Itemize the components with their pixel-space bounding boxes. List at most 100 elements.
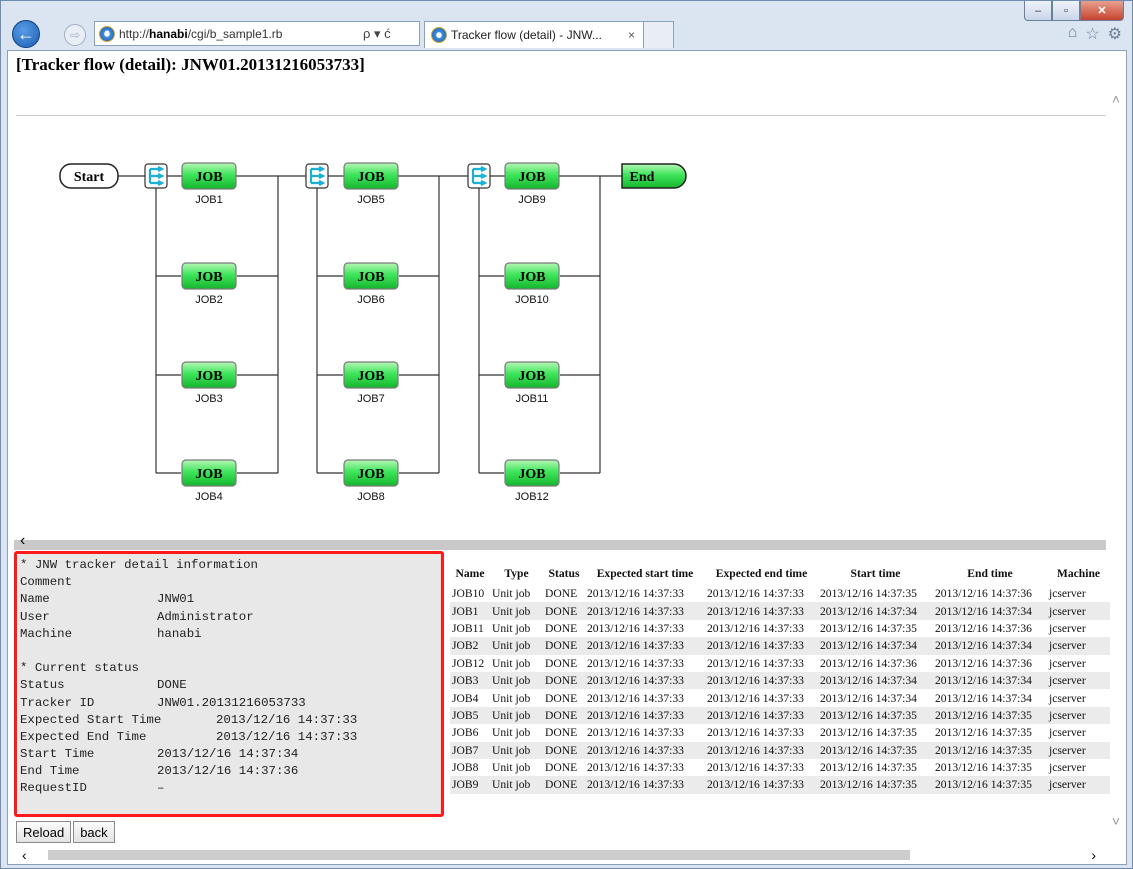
scroll-up-arrow-icon[interactable]: ˄ bbox=[1112, 91, 1120, 107]
table-cell: 2013/12/16 14:37:34 bbox=[818, 671, 933, 690]
table-cell: jcserver bbox=[1049, 691, 1086, 705]
job-badge-label: JOB bbox=[357, 369, 384, 384]
page-scroll-right-icon[interactable]: › bbox=[1091, 847, 1096, 863]
table-cell: Unit job bbox=[490, 602, 543, 620]
info-row: * Current status bbox=[20, 660, 441, 677]
table-cell: jcserver bbox=[1047, 776, 1110, 794]
info-row: RequestID – bbox=[20, 780, 441, 797]
table-cell: 2013/12/16 14:37:33 bbox=[587, 726, 684, 740]
table-cell: 2013/12/16 14:37:33 bbox=[587, 761, 684, 775]
browser-window: – ▫ ✕ ← ⇨ e http://hanabi/cgi/b_sample1.… bbox=[0, 0, 1133, 869]
table-cell: 2013/12/16 14:37:34 bbox=[818, 637, 933, 655]
column-header: Name bbox=[455, 566, 485, 580]
table-cell: DONE bbox=[545, 587, 578, 601]
back-button[interactable]: back bbox=[73, 821, 115, 843]
tracker-flow-diagram: Start End JOB JOB1 JOB JOB2 JOB JOB3 JOB JOB4 JOB J… bbox=[59, 162, 687, 503]
page-scroll-thumb[interactable] bbox=[48, 850, 910, 860]
new-tab-button[interactable] bbox=[644, 21, 674, 48]
table-cell: 2013/12/16 14:37:33 bbox=[707, 656, 804, 670]
table-cell: 2013/12/16 14:37:33 bbox=[707, 587, 804, 601]
page-content: [Tracker flow (detail): JNW01.2013121605… bbox=[7, 50, 1127, 865]
info-key: Comment bbox=[20, 575, 73, 590]
table-row: JOB7 Unit job DONE 2013/12/16 14:37:33 2013/… bbox=[450, 741, 1110, 759]
info-row: End Time 2013/12/16 14:37:36 bbox=[20, 763, 441, 780]
table-cell: Unit job bbox=[490, 776, 543, 794]
flow-horizontal-scrollbar[interactable]: ‹ bbox=[14, 532, 1106, 550]
table-cell: JOB7 bbox=[450, 741, 490, 759]
page-horizontal-scrollbar[interactable]: ‹ › bbox=[14, 847, 1106, 863]
table-cell: DONE bbox=[543, 741, 585, 759]
table-cell: Unit job bbox=[492, 656, 531, 670]
column-header: Start time bbox=[850, 566, 901, 580]
info-value: 2013/12/16 14:37:34 bbox=[157, 747, 299, 762]
info-key: Expected Start Time bbox=[20, 712, 162, 727]
forward-arrow-icon[interactable]: ⇨ bbox=[64, 24, 86, 46]
info-value: JNW01 bbox=[157, 592, 195, 607]
table-cell: Unit job bbox=[490, 637, 543, 655]
tab-close-icon[interactable]: × bbox=[628, 28, 635, 42]
back-arrow-icon[interactable]: ← bbox=[12, 20, 40, 48]
table-cell: 2013/12/16 14:37:33 bbox=[585, 671, 705, 690]
info-key: * Current status bbox=[20, 661, 139, 676]
flow-scroll-track[interactable] bbox=[14, 540, 1106, 550]
table-cell: Unit job bbox=[490, 671, 543, 690]
table-cell: 2013/12/16 14:37:35 bbox=[820, 587, 917, 601]
table-cell: 2013/12/16 14:37:34 bbox=[820, 691, 917, 705]
table-cell: Unit job bbox=[490, 741, 543, 759]
job-name-label: JOB1 bbox=[195, 194, 223, 206]
table-cell: 2013/12/16 14:37:35 bbox=[935, 726, 1032, 740]
reload-button[interactable]: Reload bbox=[16, 821, 72, 843]
home-icon[interactable]: ⌂ bbox=[1068, 24, 1078, 44]
info-key: Start Time bbox=[20, 747, 95, 762]
table-cell: 2013/12/16 14:37:33 bbox=[707, 691, 804, 705]
job-name-label: JOB3 bbox=[195, 393, 223, 405]
table-cell: DONE bbox=[543, 776, 585, 794]
table-cell: DONE bbox=[545, 621, 578, 635]
table-cell: jcserver bbox=[1047, 741, 1110, 759]
info-key: User bbox=[20, 609, 50, 624]
table-cell: 2013/12/16 14:37:33 bbox=[705, 602, 818, 620]
table-cell: 2013/12/16 14:37:35 bbox=[820, 726, 917, 740]
column-header: Status bbox=[548, 566, 580, 580]
info-value: JNW01.20131216053733 bbox=[157, 695, 306, 710]
table-cell: 2013/12/16 14:37:35 bbox=[933, 706, 1047, 725]
info-value: DONE bbox=[157, 678, 187, 693]
table-cell: jcserver bbox=[1049, 587, 1086, 601]
table-cell: DONE bbox=[543, 706, 585, 725]
address-bar[interactable]: e http://hanabi/cgi/b_sample1.rb ρ ▾ ć bbox=[94, 21, 420, 46]
job-badge-label: JOB bbox=[195, 369, 222, 384]
table-cell: 2013/12/16 14:37:33 bbox=[707, 726, 804, 740]
table-cell: jcserver bbox=[1049, 656, 1086, 670]
table-cell: 2013/12/16 14:37:33 bbox=[707, 761, 804, 775]
table-cell: JOB11 bbox=[452, 621, 484, 635]
page-scroll-left-icon[interactable]: ‹ bbox=[22, 847, 27, 863]
info-key: RequestID bbox=[20, 781, 87, 796]
tools-gear-icon[interactable]: ⚙ bbox=[1108, 24, 1122, 44]
job-badge-label: JOB bbox=[195, 170, 222, 185]
job-name-label: JOB2 bbox=[195, 294, 223, 306]
column-header: Type bbox=[504, 566, 529, 580]
tab-title: Tracker flow (detail) - JNW... bbox=[451, 28, 602, 42]
table-cell: JOB8 bbox=[452, 761, 479, 775]
table-row: JOB2 Unit job DONE 2013/12/16 14:37:33 2013/… bbox=[450, 637, 1110, 655]
table-row: JOB1 Unit job DONE 2013/12/16 14:37:33 2013/… bbox=[450, 602, 1110, 620]
table-cell: 2013/12/16 14:37:35 bbox=[820, 621, 917, 635]
favorites-star-icon[interactable]: ☆ bbox=[1085, 24, 1099, 44]
action-buttons: Reload back bbox=[16, 821, 115, 843]
table-cell: 2013/12/16 14:37:36 bbox=[935, 621, 1032, 635]
flow-scroll-left-icon[interactable]: ‹ bbox=[20, 532, 25, 550]
job-name-label: JOB9 bbox=[518, 194, 546, 206]
search-refresh-icons[interactable]: ρ ▾ ć bbox=[363, 26, 419, 42]
table-cell: 2013/12/16 14:37:36 bbox=[935, 587, 1032, 601]
table-row: JOB4 Unit job DONE 2013/12/16 14:37:33 2013/… bbox=[450, 689, 1110, 706]
scroll-down-arrow-icon[interactable]: ˅ bbox=[1112, 813, 1120, 829]
table-row: JOB6 Unit job DONE 2013/12/16 14:37:33 2013/… bbox=[450, 724, 1110, 741]
table-cell: 2013/12/16 14:37:35 bbox=[820, 761, 917, 775]
table-cell: jcserver bbox=[1047, 706, 1110, 725]
table-cell: 2013/12/16 14:37:33 bbox=[585, 602, 705, 620]
browser-tab-active[interactable]: e Tracker flow (detail) - JNW... × bbox=[424, 21, 644, 48]
table-cell: DONE bbox=[543, 671, 585, 690]
address-url[interactable]: http://hanabi/cgi/b_sample1.rb bbox=[119, 27, 363, 41]
table-cell: DONE bbox=[543, 602, 585, 620]
table-cell: jcserver bbox=[1047, 637, 1110, 655]
